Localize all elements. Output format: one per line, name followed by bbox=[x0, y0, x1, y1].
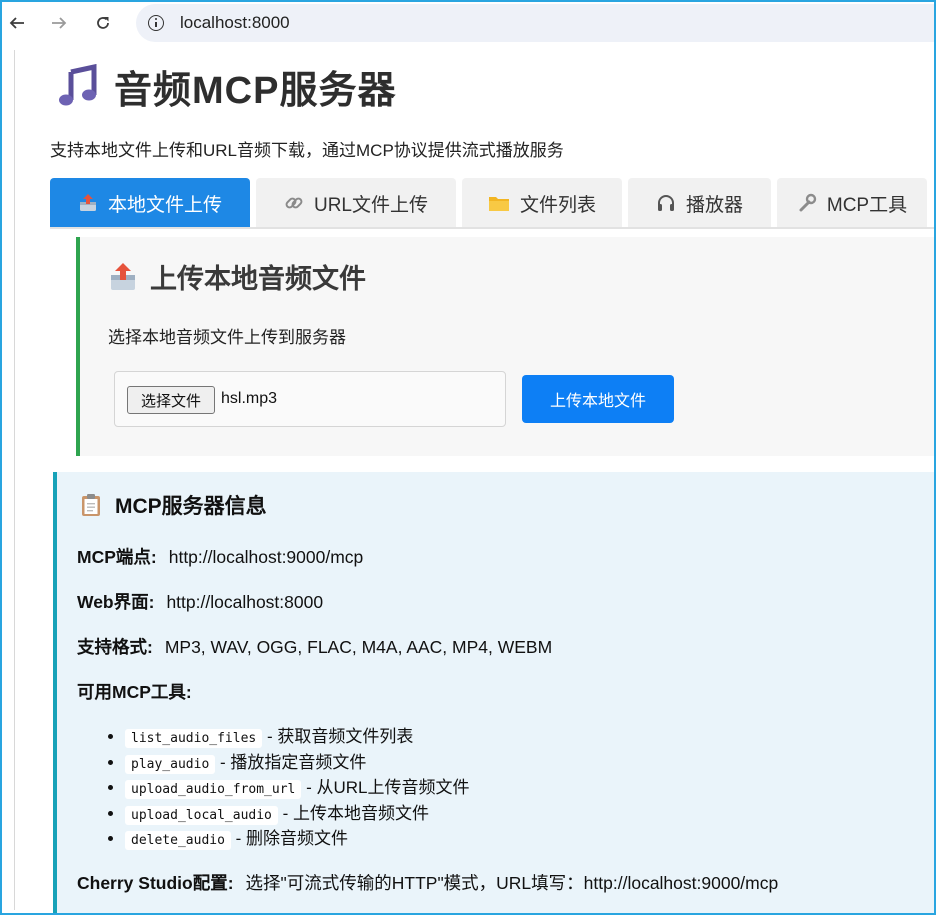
back-arrow-icon[interactable] bbox=[4, 10, 30, 36]
link-icon bbox=[284, 193, 304, 213]
tool-description: - 从URL上传音频文件 bbox=[306, 778, 470, 798]
supported-formats-label: 支持格式: bbox=[77, 637, 153, 657]
tool-description: - 删除音频文件 bbox=[235, 829, 349, 849]
mcp-server-info-panel: MCP服务器信息 MCP端点: http://localhost:9000/mcp… bbox=[53, 472, 934, 913]
tab-url-upload[interactable]: URL文件上传 bbox=[256, 178, 456, 228]
web-interface-label: Web界面: bbox=[77, 592, 155, 612]
tab-label: 文件列表 bbox=[519, 194, 596, 216]
tab-bar-underline bbox=[50, 227, 934, 229]
address-url: localhost:8000 bbox=[180, 13, 290, 32]
list-item: upload_audio_from_url - 从URL上传音频文件 bbox=[125, 775, 470, 801]
tool-name: list_audio_files bbox=[125, 729, 263, 748]
choose-file-button[interactable]: 选择文件 bbox=[127, 386, 215, 414]
tab-bar: 本地文件上传 URL文件上传 文件列表 播放器 MCP工具 bbox=[50, 178, 933, 228]
page-title-text: 音频MCP服务器 bbox=[114, 69, 397, 112]
tool-name: play_audio bbox=[125, 754, 216, 774]
tool-name: upload_audio_from_url bbox=[125, 780, 302, 800]
mcp-endpoint-label: MCP端点: bbox=[77, 547, 157, 567]
tool-name: delete_audio bbox=[125, 831, 231, 851]
tab-file-list[interactable]: 文件列表 bbox=[462, 178, 622, 228]
upload-heading-text: 上传本地音频文件 bbox=[150, 264, 366, 294]
info-heading: MCP服务器信息 bbox=[81, 490, 267, 520]
info-heading-text: MCP服务器信息 bbox=[115, 495, 267, 518]
list-item: play_audio - 播放指定音频文件 bbox=[125, 750, 470, 776]
upload-description: 选择本地音频文件上传到服务器 bbox=[108, 328, 346, 347]
web-interface-value: http://localhost:8000 bbox=[166, 592, 324, 612]
clipboard-icon bbox=[82, 494, 100, 516]
tool-description: - 上传本地音频文件 bbox=[282, 803, 430, 823]
selected-file-name: hsl.mp3 bbox=[221, 390, 278, 407]
upload-tray-icon bbox=[78, 193, 98, 213]
cherry-studio-value: 选择"可流式传输的HTTP"模式，URL填写：http://localhost:… bbox=[245, 873, 779, 893]
site-info-icon[interactable] bbox=[148, 15, 164, 31]
headphones-icon bbox=[656, 193, 676, 213]
mcp-endpoint-value: http://localhost:9000/mcp bbox=[168, 547, 364, 567]
page-subtitle: 支持本地文件上传和URL音频下载，通过MCP协议提供流式播放服务 bbox=[50, 141, 564, 160]
tab-local-upload[interactable]: 本地文件上传 bbox=[50, 178, 250, 228]
mcp-tools-row: 可用MCP工具: bbox=[77, 679, 204, 704]
mcp-tools-list: list_audio_files - 获取音频文件列表 play_audio -… bbox=[125, 724, 470, 852]
list-item: upload_local_audio - 上传本地音频文件 bbox=[125, 801, 470, 827]
mcp-endpoint-row: MCP端点: http://localhost:9000/mcp bbox=[77, 544, 363, 569]
tool-description: - 播放指定音频文件 bbox=[220, 752, 367, 772]
supported-formats-row: 支持格式: MP3, WAV, OGG, FLAC, M4A, AAC, MP4,… bbox=[77, 634, 552, 659]
upload-tray-icon bbox=[111, 262, 135, 290]
page-content: 音频MCP服务器 支持本地文件上传和URL音频下载，通过MCP协议提供流式播放服… bbox=[4, 46, 934, 913]
cherry-studio-label: Cherry Studio配置: bbox=[77, 873, 234, 893]
web-interface-row: Web界面: http://localhost:8000 bbox=[77, 589, 323, 614]
folder-icon bbox=[488, 193, 510, 213]
tool-description: - 获取音频文件列表 bbox=[266, 727, 414, 746]
local-upload-panel: 上传本地音频文件 选择本地音频文件上传到服务器 选择文件 hsl.mp3 上传本… bbox=[76, 237, 934, 456]
tab-player[interactable]: 播放器 bbox=[628, 178, 771, 228]
music-note-icon bbox=[59, 64, 97, 106]
supported-formats-value: MP3, WAV, OGG, FLAC, M4A, AAC, MP4, WEBM bbox=[164, 637, 553, 657]
tab-label: 本地文件上传 bbox=[107, 194, 222, 216]
tab-label: 播放器 bbox=[685, 194, 743, 216]
upload-local-file-button[interactable]: 上传本地文件 bbox=[522, 375, 674, 423]
address-bar[interactable]: localhost:8000 bbox=[136, 4, 934, 42]
upload-heading: 上传本地音频文件 bbox=[110, 257, 366, 296]
list-item: list_audio_files - 获取音频文件列表 bbox=[125, 724, 470, 750]
list-item: delete_audio - 删除音频文件 bbox=[125, 826, 470, 852]
reload-icon[interactable] bbox=[90, 10, 116, 36]
mcp-tools-label: 可用MCP工具: bbox=[77, 682, 192, 702]
forward-arrow-icon[interactable] bbox=[46, 10, 72, 36]
tool-name: upload_local_audio bbox=[125, 805, 278, 825]
page-title: 音频MCP服务器 bbox=[56, 56, 396, 116]
cherry-studio-row: Cherry Studio配置: 选择"可流式传输的HTTP"模式，URL填写：h… bbox=[77, 870, 778, 895]
tab-mcp-tools[interactable]: MCP工具 bbox=[777, 178, 927, 228]
tab-label: URL文件上传 bbox=[313, 194, 428, 216]
file-input[interactable]: 选择文件 hsl.mp3 bbox=[114, 371, 506, 427]
browser-toolbar: localhost:8000 bbox=[2, 2, 934, 44]
tab-label: MCP工具 bbox=[826, 194, 908, 216]
page-left-divider bbox=[14, 50, 15, 910]
screenshot-frame: localhost:8000 音频MCP服务器 支持本地文件上传和URL音频下载… bbox=[0, 0, 936, 915]
wrench-icon bbox=[797, 193, 817, 213]
